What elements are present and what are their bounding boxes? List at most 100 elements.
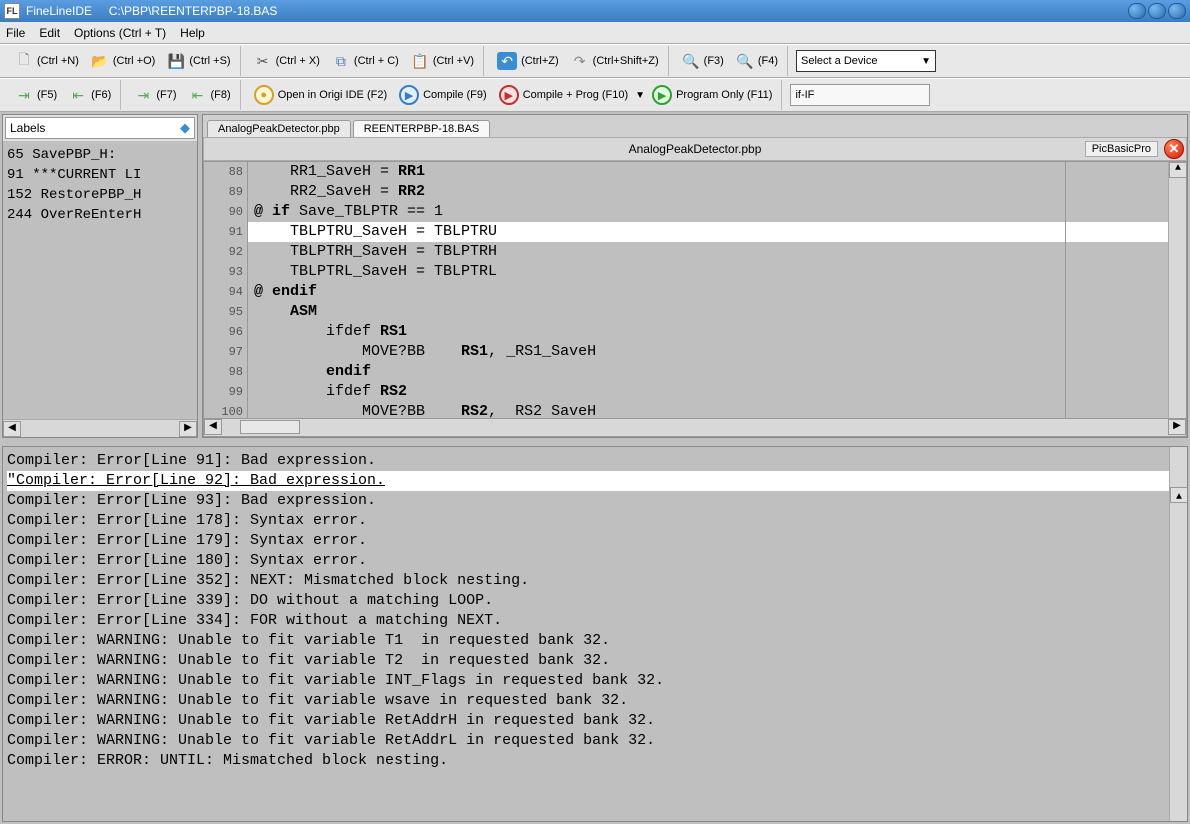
close-tab-button[interactable]: ✕ [1164,139,1184,159]
output-line: Compiler: WARNING: Unable to fit variabl… [7,631,1183,651]
menubar: File Edit Options (Ctrl + T) Help [0,22,1190,44]
list-item[interactable]: 152 RestorePBP_H [7,185,193,205]
code-line[interactable]: @ if Save_TBLPTR == 1 [248,202,1186,222]
undo-icon: ↶ [497,52,517,70]
code-line[interactable]: endif [248,362,1186,382]
program-only-label: Program Only (F11) [676,89,772,101]
compile-label: Compile (F9) [423,89,487,101]
code-line[interactable]: RR2_SaveH = RR2 [248,182,1186,202]
code-line[interactable]: @ endif [248,282,1186,302]
line-number: 92 [204,242,243,262]
labels-list[interactable]: 65 SavePBP_H: 91 ***CURRENT LI 152 Resto… [3,141,197,419]
editor-hscroll[interactable]: ◀ ▶ [203,419,1187,437]
scroll-up-icon[interactable]: ▲ [1170,487,1188,503]
code-line[interactable]: RR1_SaveH = RR1 [248,162,1186,182]
output-line: Compiler: Error[Line 91]: Bad expression… [7,451,1183,471]
hscroll-thumb[interactable] [240,420,300,434]
sidebar-hscroll[interactable]: ◀ ▶ [3,419,197,437]
editor-area: AnalogPeakDetector.pbp REENTERPBP-18.BAS… [202,114,1188,438]
line-number: 94 [204,282,243,302]
code-line[interactable]: ifdef RS2 [248,382,1186,402]
find-next-label: (F4) [758,55,778,67]
menu-edit[interactable]: Edit [39,26,60,40]
cut-button[interactable]: ✂ (Ctrl + X) [249,49,325,73]
chevron-down-icon[interactable]: ▼ [635,90,645,101]
tab-analogpeak[interactable]: AnalogPeakDetector.pbp [207,120,351,137]
step-icon: ⇥ [134,86,152,104]
output-line: Compiler: WARNING: Unable to fit variabl… [7,691,1183,711]
find-next-button[interactable]: 🔍 (F4) [731,49,783,73]
magnifier-icon: 🔍 [682,52,700,70]
open-orig-ide-button[interactable]: ● Open in Origi IDE (F2) [249,83,392,107]
device-select-label: Select a Device [801,55,877,67]
menu-help[interactable]: Help [180,26,205,40]
undo-button[interactable]: ↶ (Ctrl+Z) [492,49,564,73]
output-line: Compiler: WARNING: Unable to fit variabl… [7,731,1183,751]
editor-vscroll[interactable]: ▲ [1168,162,1186,418]
copy-button[interactable]: ⧉ (Ctrl + C) [327,49,404,73]
scroll-right-icon[interactable]: ▶ [1168,419,1186,435]
paste-button[interactable]: 📋 (Ctrl +V) [406,49,479,73]
output-vscroll[interactable]: ▲ [1169,447,1187,821]
code-line[interactable]: TBLPTRL_SaveH = TBLPTRL [248,262,1186,282]
code-line-current[interactable]: TBLPTRU_SaveH = TBLPTRU [248,222,1186,242]
scroll-left-icon[interactable]: ◀ [3,421,21,437]
step-icon: ⇤ [189,86,207,104]
compile-button[interactable]: ▶ Compile (F9) [394,83,492,107]
compiler-output[interactable]: Compiler: Error[Line 91]: Bad expression… [2,446,1188,822]
output-line: Compiler: Error[Line 352]: NEXT: Mismatc… [7,571,1183,591]
minimize-button[interactable] [1128,3,1146,19]
save-button[interactable]: 💾 (Ctrl +S) [162,49,235,73]
line-number: 98 [204,362,243,382]
labels-header-text: Labels [10,121,45,135]
find-button[interactable]: 🔍 (F3) [677,49,729,73]
undo-label: (Ctrl+Z) [521,55,559,67]
open-label: (Ctrl +O) [113,55,155,67]
code-editor[interactable]: 88 89 90 91 92 93 94 95 96 97 98 99 100 … [203,161,1187,419]
code-line[interactable]: MOVE?BB RS1, _RS1_SaveH [248,342,1186,362]
menu-file[interactable]: File [6,26,25,40]
output-line: Compiler: WARNING: Unable to fit variabl… [7,671,1183,691]
app-name: FineLineIDE [26,4,92,18]
device-select[interactable]: Select a Device ▼ [796,50,936,72]
hscroll-track[interactable] [222,419,1168,436]
new-label: (Ctrl +N) [37,55,79,67]
compile-prog-button[interactable]: ▶ Compile + Prog (F10) [494,83,633,107]
compile-prog-label: Compile + Prog (F10) [523,89,628,101]
code-line[interactable]: TBLPTRH_SaveH = TBLPTRH [248,242,1186,262]
f7-button[interactable]: ⇥ (F7) [129,83,181,107]
scroll-up-icon[interactable]: ▲ [1169,162,1187,178]
code-line[interactable]: MOVE?BB RS2, RS2 SaveH [248,402,1186,418]
f5-button[interactable]: ⇥ (F5) [10,83,62,107]
menu-options[interactable]: Options (Ctrl + T) [74,26,166,40]
list-item[interactable]: 65 SavePBP_H: [7,145,193,165]
maximize-button[interactable] [1148,3,1166,19]
code-lines[interactable]: RR1_SaveH = RR1 RR2_SaveH = RR2 @ if Sav… [248,162,1186,418]
code-line[interactable]: ifdef RS1 [248,322,1186,342]
program-only-button[interactable]: ▶ Program Only (F11) [647,83,777,107]
redo-button[interactable]: ↷ (Ctrl+Shift+Z) [566,49,664,73]
code-line[interactable]: ASM [248,302,1186,322]
titlebar-text: FineLineIDE C:\PBP\REENTERPBP-18.BAS [26,4,1128,18]
line-number: 97 [204,342,243,362]
tab-reenterpbp[interactable]: REENTERPBP-18.BAS [353,120,491,137]
close-window-button[interactable] [1168,3,1186,19]
list-item[interactable]: 244 OverReEnterH [7,205,193,225]
clipboard-icon: 📋 [411,52,429,70]
window-buttons [1128,3,1186,19]
line-number: 91 [204,222,243,242]
folder-open-icon: 📂 [91,52,109,70]
list-item[interactable]: 91 ***CURRENT LI [7,165,193,185]
f8-button[interactable]: ⇤ (F8) [184,83,236,107]
new-button[interactable]: 🗋 (Ctrl +N) [10,49,84,73]
open-button[interactable]: 📂 (Ctrl +O) [86,49,160,73]
labels-dropdown[interactable]: Labels ◆ [5,117,195,139]
play-icon: ▶ [652,85,672,105]
scroll-left-icon[interactable]: ◀ [204,419,222,435]
f6-button[interactable]: ⇤ (F6) [64,83,116,107]
scroll-right-icon[interactable]: ▶ [179,421,197,437]
line-number: 100 [204,402,243,419]
if-field[interactable]: if-IF [790,84,930,106]
copy-label: (Ctrl + C) [354,55,399,67]
line-number: 90 [204,202,243,222]
